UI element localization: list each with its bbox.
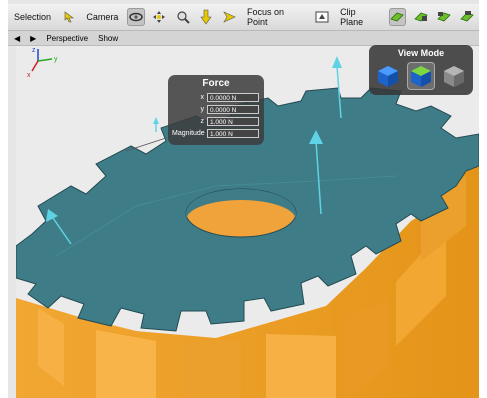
force-x-field[interactable]: 0.0000 N (207, 92, 259, 102)
shaded-icon[interactable] (407, 62, 435, 90)
clip-label: Clip Plane (340, 7, 364, 27)
force-z-field[interactable]: 1.000 N (207, 116, 259, 126)
force-panel: Force x 0.0000 N y 0.0000 N z 1.000 N Ma… (168, 75, 264, 145)
back-icon[interactable]: ◀ (14, 34, 20, 43)
select-arrow-icon[interactable] (60, 8, 77, 26)
move-down-icon[interactable] (197, 8, 214, 26)
main-toolbar: Selection Camera Focus on Point Clip Pla… (8, 4, 479, 31)
clip-plane-x-icon[interactable] (412, 8, 429, 26)
forward-icon[interactable]: ▶ (30, 34, 36, 43)
clip-plane-y-icon[interactable] (435, 8, 452, 26)
x-axis-label: x (27, 72, 31, 79)
pan-icon[interactable] (151, 8, 168, 26)
force-row-x: x 0.0000 N (172, 92, 260, 102)
force-row-y: y 0.0000 N (172, 104, 260, 114)
force-panel-title: Force (202, 78, 230, 89)
force-row-magnitude: Magnitude 1.000 N (172, 128, 260, 138)
force-magnitude-label: Magnitude (172, 129, 205, 137)
force-y-field[interactable]: 0.0000 N (207, 104, 259, 114)
view-mode-panel: View Mode (369, 45, 473, 95)
focus-label: Focus on Point (247, 7, 285, 27)
wireframe-icon[interactable] (440, 62, 468, 90)
view-subbar: ◀ ▶ Perspective Show (8, 31, 479, 46)
focus-point-icon[interactable] (314, 8, 331, 26)
camera-label: Camera (86, 12, 119, 22)
clip-plane-z-icon[interactable] (459, 8, 476, 26)
orbit-icon[interactable] (127, 8, 145, 26)
y-axis-label: y (54, 56, 58, 63)
zoom-icon[interactable] (174, 8, 191, 26)
force-y-label: y (200, 105, 205, 113)
solid-icon[interactable] (374, 62, 402, 90)
clip-plane-icon[interactable] (388, 8, 406, 26)
force-magnitude-field[interactable]: 1.000 N (207, 128, 259, 138)
force-x-label: x (200, 93, 205, 101)
axis-triad: z y x (27, 47, 58, 79)
view-mode-title: View Mode (397, 48, 445, 58)
perspective-button[interactable]: Perspective (46, 34, 88, 43)
fly-icon[interactable] (221, 8, 238, 26)
selection-label: Selection (14, 12, 52, 22)
force-row-z: z 1.000 N (172, 116, 260, 126)
show-button[interactable]: Show (98, 34, 118, 43)
force-z-label: z (200, 117, 205, 125)
z-axis-label: z (32, 47, 36, 54)
